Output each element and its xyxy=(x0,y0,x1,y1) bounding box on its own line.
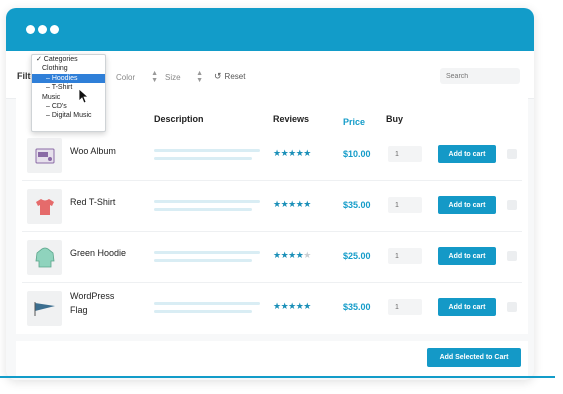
product-table: Description Reviews Price Buy Woo Album … xyxy=(16,98,528,334)
bottom-accent-line xyxy=(0,376,555,378)
add-to-cart-button[interactable]: Add to cart xyxy=(438,145,496,163)
product-name[interactable]: WordPress Flag xyxy=(70,289,114,317)
rating-stars: ★★★★★ xyxy=(273,301,311,311)
select-checkbox[interactable] xyxy=(507,200,517,210)
header-buy: Buy xyxy=(386,114,404,124)
header-price: Price xyxy=(343,117,366,127)
color-select-label: Color xyxy=(116,72,136,82)
mouse-cursor-icon xyxy=(78,88,90,104)
quantity-input[interactable] xyxy=(388,146,422,162)
header-reviews: Reviews xyxy=(273,114,310,124)
dropdown-option[interactable]: – Digital Music xyxy=(32,111,105,120)
description-placeholder xyxy=(154,149,260,165)
add-selected-to-cart-button[interactable]: Add Selected to Cart xyxy=(427,348,521,367)
table-row: WordPress Flag ★★★★★ $35.00 Add to cart xyxy=(16,283,528,334)
category-dropdown[interactable]: ✓ Categories Clothing – Hoodies – T-Shir… xyxy=(31,54,106,132)
table-row: Woo Album ★★★★★ $10.00 Add to cart xyxy=(16,130,528,181)
table-row: Red T-Shirt ★★★★★ $35.00 Add to cart xyxy=(16,181,528,232)
dropdown-option[interactable]: ✓ Categories xyxy=(32,55,105,64)
size-select-label: Size xyxy=(165,72,181,82)
reset-button[interactable]: ↺ Reset xyxy=(214,71,245,82)
rating-stars: ★★★★★ xyxy=(273,250,311,260)
product-name[interactable]: Red T-Shirt xyxy=(70,195,115,209)
product-price: $10.00 xyxy=(343,149,371,159)
product-name[interactable]: Green Hoodie xyxy=(70,246,126,260)
window-dot-3 xyxy=(50,25,59,34)
select-checkbox[interactable] xyxy=(507,302,517,312)
select-checkbox[interactable] xyxy=(507,149,517,159)
dropdown-option[interactable]: Clothing xyxy=(32,64,105,73)
hoodie-icon xyxy=(27,240,62,275)
search-input[interactable] xyxy=(440,68,520,84)
color-select[interactable]: Color ▲ ▼ xyxy=(116,70,158,84)
rating-stars: ★★★★★ xyxy=(273,148,311,158)
rating-stars: ★★★★★ xyxy=(273,199,311,209)
flag-icon xyxy=(27,291,62,326)
tshirt-icon xyxy=(27,189,62,224)
product-price: $35.00 xyxy=(343,302,371,312)
description-placeholder xyxy=(154,251,260,267)
reset-icon: ↺ xyxy=(214,71,222,81)
window-dot-1 xyxy=(26,25,35,34)
dropdown-option-selected[interactable]: – Hoodies xyxy=(32,73,105,84)
product-name-line-1: WordPress xyxy=(70,291,115,301)
product-name[interactable]: Woo Album xyxy=(70,144,116,158)
header-description: Description xyxy=(154,114,204,124)
add-to-cart-button[interactable]: Add to cart xyxy=(438,298,496,316)
add-to-cart-button[interactable]: Add to cart xyxy=(438,196,496,214)
add-to-cart-button[interactable]: Add to cart xyxy=(438,247,496,265)
window-title-bar xyxy=(6,8,534,51)
dropdown-option[interactable]: – T-Shirt xyxy=(32,83,105,92)
product-price: $25.00 xyxy=(343,251,371,261)
description-placeholder xyxy=(154,200,260,216)
product-name-line-2: Flag xyxy=(70,305,88,315)
album-icon xyxy=(27,138,62,173)
dropdown-option[interactable]: Music xyxy=(32,93,105,102)
table-row: Green Hoodie ★★★★★ $25.00 Add to cart xyxy=(16,232,528,283)
reset-label: Reset xyxy=(224,72,246,81)
quantity-input[interactable] xyxy=(388,248,422,264)
quantity-input[interactable] xyxy=(388,197,422,213)
table-footer: Add Selected to Cart xyxy=(16,341,528,377)
description-placeholder xyxy=(154,302,260,318)
product-price: $35.00 xyxy=(343,200,371,210)
select-arrows-icon: ▲ ▼ xyxy=(151,70,158,84)
size-select[interactable]: Size ▲ ▼ xyxy=(165,70,203,84)
dropdown-option[interactable]: – CD's xyxy=(32,102,105,111)
select-checkbox[interactable] xyxy=(507,251,517,261)
window-dot-2 xyxy=(38,25,47,34)
quantity-input[interactable] xyxy=(388,299,422,315)
select-arrows-icon: ▲ ▼ xyxy=(196,70,203,84)
